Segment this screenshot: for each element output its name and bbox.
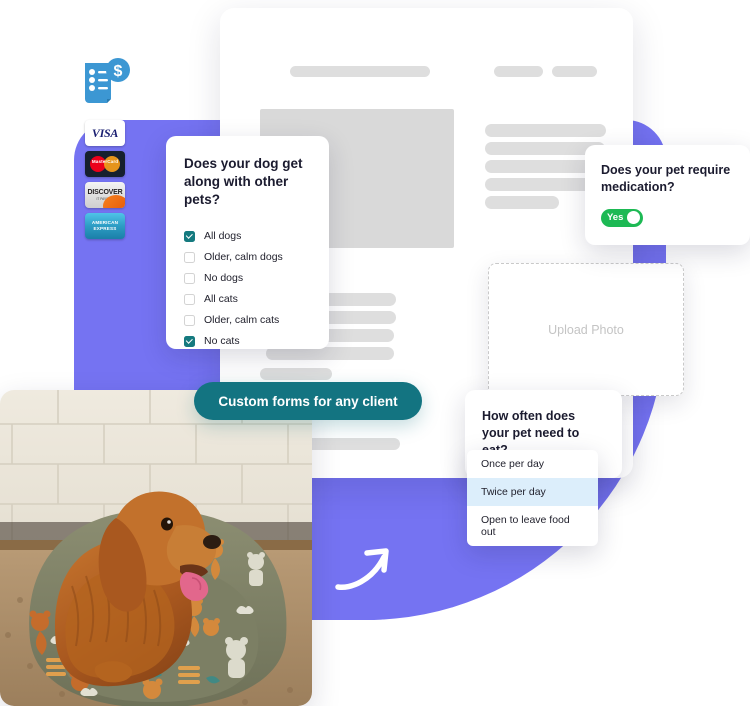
svg-text:$: $ bbox=[114, 63, 123, 80]
card-medication: Does your pet require medication? Yes bbox=[585, 145, 750, 245]
checkbox-option[interactable]: No cats bbox=[184, 331, 311, 352]
checkbox-unchecked-icon[interactable] bbox=[184, 293, 195, 305]
skeleton-line bbox=[260, 368, 332, 380]
checkbox-label: No cats bbox=[204, 335, 240, 348]
checkbox-unchecked-icon[interactable] bbox=[184, 272, 195, 284]
payment-icons-column: $ VISA MasterCard DISCOVER IT PAYS TO AM… bbox=[74, 55, 136, 244]
upload-photo-label: Upload Photo bbox=[548, 322, 624, 337]
skeleton-title-bar bbox=[290, 66, 430, 77]
skeleton-line bbox=[485, 196, 559, 209]
checkbox-option[interactable]: All dogs bbox=[184, 226, 311, 247]
visa-card-label: VISA bbox=[91, 125, 119, 140]
checkbox-option[interactable]: Older, calm cats bbox=[184, 310, 311, 331]
dropdown-option[interactable]: Once per day bbox=[467, 450, 598, 478]
dog-photo-image bbox=[0, 390, 312, 706]
custom-forms-badge-label: Custom forms for any client bbox=[218, 393, 398, 409]
checkbox-label: All cats bbox=[204, 293, 238, 306]
skeleton-label-bar bbox=[552, 66, 597, 77]
checkbox-option[interactable]: No dogs bbox=[184, 268, 311, 289]
discover-card-sublabel: IT PAYS TO bbox=[96, 197, 114, 201]
visa-card-icon: VISA bbox=[85, 120, 125, 146]
checkbox-label: No dogs bbox=[204, 272, 244, 285]
card-pet-compatibility: Does your dog get along with other pets?… bbox=[166, 136, 329, 349]
custom-forms-badge: Custom forms for any client bbox=[194, 382, 422, 420]
medication-toggle-label: Yes bbox=[607, 212, 624, 224]
dropdown-option-selected[interactable]: Twice per day bbox=[467, 478, 598, 506]
checkbox-checked-icon[interactable] bbox=[184, 335, 195, 347]
upload-photo-dropzone[interactable]: Upload Photo bbox=[488, 263, 684, 396]
checkbox-label: All dogs bbox=[204, 230, 242, 243]
pet-compatibility-options: All dogs Older, calm dogs No dogs All ca… bbox=[184, 226, 311, 352]
checkbox-checked-icon[interactable] bbox=[184, 230, 195, 242]
checkbox-label: Older, calm cats bbox=[204, 314, 280, 327]
invoice-dollar-icon: $ bbox=[85, 58, 130, 103]
checkbox-option[interactable]: Older, calm dogs bbox=[184, 247, 311, 268]
checkbox-unchecked-icon[interactable] bbox=[184, 251, 195, 263]
feeding-frequency-dropdown[interactable]: Once per day Twice per day Open to leave… bbox=[467, 450, 598, 546]
checkbox-label: Older, calm dogs bbox=[204, 251, 283, 264]
toggle-knob-icon bbox=[627, 211, 640, 225]
checkbox-unchecked-icon[interactable] bbox=[184, 314, 195, 326]
amex-card-label-line1: AMERICAN bbox=[91, 219, 119, 225]
curved-arrow-up-right-icon bbox=[335, 548, 389, 591]
discover-card-icon: DISCOVER IT PAYS TO bbox=[85, 182, 125, 208]
card-pet-compatibility-question: Does your dog get along with other pets? bbox=[184, 156, 303, 208]
mastercard-card-icon: MasterCard bbox=[85, 151, 125, 177]
amex-card-label-line2: EXPRESS bbox=[93, 226, 117, 231]
medication-toggle[interactable]: Yes bbox=[601, 208, 643, 227]
checkbox-option[interactable]: All cats bbox=[184, 289, 311, 310]
skeleton-label-bar bbox=[494, 66, 543, 77]
discover-card-label: DISCOVER bbox=[87, 189, 123, 196]
amex-card-icon: AMERICAN EXPRESS bbox=[85, 213, 125, 239]
dropdown-option[interactable]: Open to leave food out bbox=[467, 506, 598, 546]
hero-illustration: Upload Photo $ VISA MasterCard DISCOVER bbox=[0, 0, 750, 706]
mastercard-card-label: MasterCard bbox=[91, 159, 119, 164]
card-medication-question: Does your pet require medication? bbox=[601, 163, 731, 194]
dog-photo bbox=[0, 390, 312, 706]
skeleton-line bbox=[485, 124, 606, 137]
